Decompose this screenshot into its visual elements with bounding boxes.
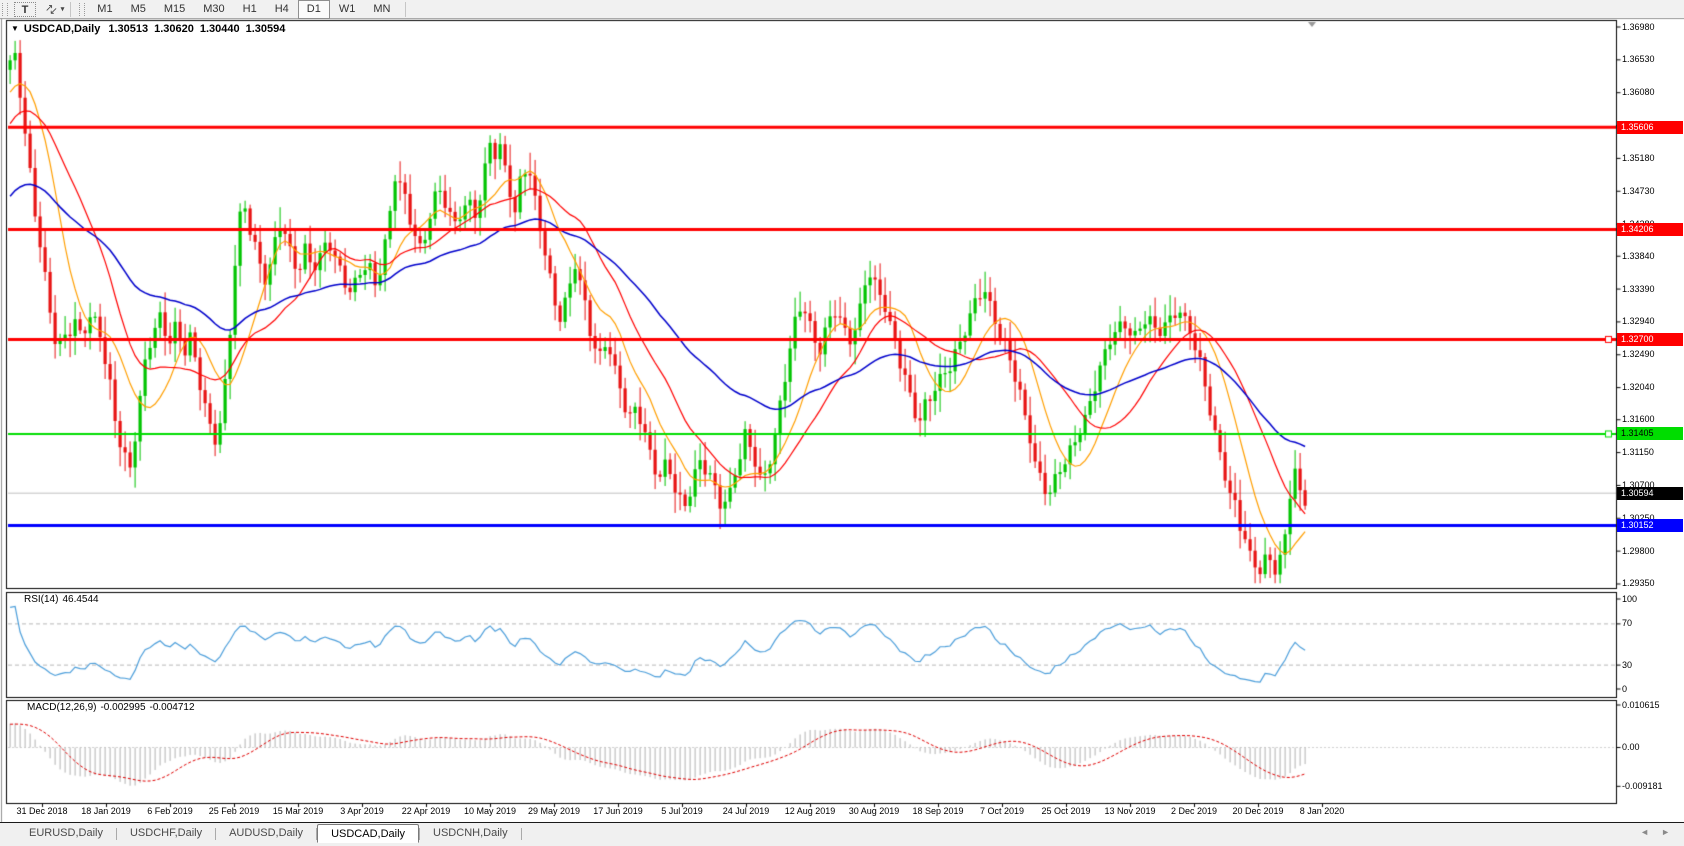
tab-usdcnh[interactable]: USDCNH,Daily xyxy=(420,824,521,841)
toolbar: T ↗ ↙ ▾ M1M5M15M30H1H4D1W1MN xyxy=(0,0,1684,18)
tab-scroll-right-icon[interactable]: ► xyxy=(1655,823,1676,837)
toolbar-grip[interactable] xyxy=(2,3,8,16)
timeframe-button-m1[interactable]: M1 xyxy=(88,0,121,19)
chart-canvas[interactable] xyxy=(0,0,1684,846)
timeframe-button-m5[interactable]: M5 xyxy=(122,0,155,19)
chart-tabs-bar: EURUSD,DailyUSDCHF,DailyAUDUSD,DailyUSDC… xyxy=(0,822,1684,846)
timeframe-button-w1[interactable]: W1 xyxy=(330,0,365,19)
toolbar-separator xyxy=(70,2,71,17)
text-tool-button[interactable]: T xyxy=(14,2,36,17)
timeframe-button-m15[interactable]: M15 xyxy=(155,0,194,19)
timeframe-button-d1[interactable]: D1 xyxy=(298,0,330,19)
draw-arrows-icon[interactable]: ↗ ↙ ▾ xyxy=(45,1,64,17)
tab-separator xyxy=(521,828,522,840)
toolbar-grip[interactable] xyxy=(79,3,85,16)
arrow-sw-icon: ↙ xyxy=(49,8,57,16)
tab-scroll-left-icon[interactable]: ◄ xyxy=(1634,823,1655,837)
dropdown-caret-icon: ▾ xyxy=(61,5,65,13)
toolbar-separator xyxy=(405,2,406,17)
tab-usdcad[interactable]: USDCAD,Daily xyxy=(317,824,419,843)
tab-usdchf[interactable]: USDCHF,Daily xyxy=(117,824,215,841)
timeframe-button-h1[interactable]: H1 xyxy=(234,0,266,19)
timeframe-button-h4[interactable]: H4 xyxy=(266,0,298,19)
timeframe-button-mn[interactable]: MN xyxy=(364,0,399,19)
tab-audusd[interactable]: AUDUSD,Daily xyxy=(216,824,316,841)
timeframe-button-m30[interactable]: M30 xyxy=(194,0,233,19)
tab-eurusd[interactable]: EURUSD,Daily xyxy=(16,824,116,841)
